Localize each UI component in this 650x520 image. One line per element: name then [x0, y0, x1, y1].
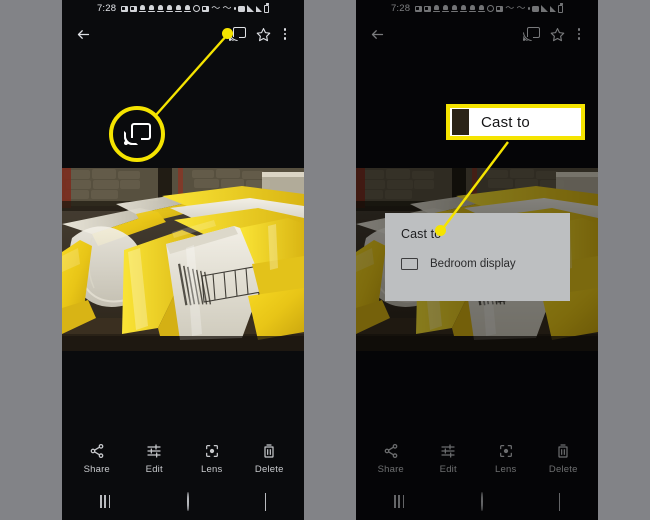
cast-icon: [123, 123, 151, 145]
annotation-dot-right: [435, 225, 446, 236]
annotation-leader-line-right: [440, 141, 509, 232]
annotation-dot-left: [222, 28, 233, 39]
cast-icon-magnifier: [109, 106, 165, 162]
cast-to-callout: Cast to: [446, 104, 585, 140]
callout-label: Cast to: [481, 113, 530, 131]
annotation-leader-line-left: [147, 33, 229, 125]
annotation-layer: [147, 33, 509, 232]
callout-thumbnail: [452, 109, 469, 135]
screenshot-stage: 7:28 〜 〜 Share Edit Lens Delete 7:28 〜 〜…: [0, 0, 650, 520]
